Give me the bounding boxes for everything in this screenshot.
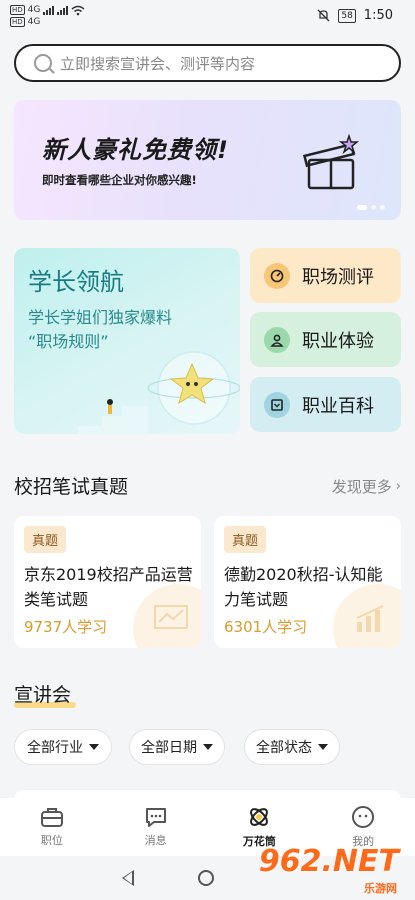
watermark-sub: 乐游网: [364, 882, 397, 895]
career-assessment-button[interactable]: 职场测评: [250, 248, 401, 303]
back-icon[interactable]: [121, 870, 134, 886]
star-bubble-illustration: [147, 351, 240, 425]
hd-badge-2: HD: [10, 17, 25, 27]
tab-jobs[interactable]: 职位: [0, 798, 104, 856]
signal-icon: [43, 5, 55, 15]
battery-indicator: 58: [338, 8, 356, 23]
exam-tag: 真题: [24, 526, 67, 553]
mentor-title: 学长领航: [28, 268, 124, 296]
tab-messages[interactable]: 消息: [104, 798, 208, 856]
talk-section-title: 宣讲会: [14, 684, 72, 706]
gift-box-icon: [303, 133, 359, 190]
search-input[interactable]: 立即搜索宣讲会、测评等内容: [60, 53, 255, 74]
mentor-line-1: 学长学姐们独家爆料: [28, 308, 173, 327]
exam-card[interactable]: 真题 京东2019校招产品运营类笔试题 9737人学习: [14, 516, 201, 648]
search-bar[interactable]: 立即搜索宣讲会、测评等内容: [14, 44, 401, 82]
profile-icon: [352, 806, 375, 828]
network-type-1: 4G: [27, 5, 41, 15]
person-icon: [264, 326, 290, 353]
gauge-icon: [264, 262, 290, 289]
tab-messages-label: 消息: [144, 834, 167, 847]
career-encyclopedia-button[interactable]: 职业百科: [250, 377, 401, 432]
network-type-2: 4G: [27, 17, 41, 27]
banner-subtitle: 即时查看哪些企业对你感兴趣!: [42, 173, 197, 187]
signal-icon: [57, 5, 69, 15]
caret-down-icon: [203, 744, 213, 750]
exam-tag: 真题: [224, 526, 267, 553]
promo-banner[interactable]: 新人豪礼免费领! 即时查看哪些企业对你感兴趣!: [14, 100, 401, 220]
status-filter-label: 全部状态: [256, 740, 312, 756]
caret-down-icon: [89, 744, 99, 750]
watermark-number: 962.NET: [258, 844, 399, 879]
career-experience-label: 职业体验: [302, 330, 374, 352]
date-filter-label: 全部日期: [141, 740, 197, 756]
discover-more-label: 发现更多: [331, 478, 392, 496]
tab-jobs-label: 职位: [40, 834, 63, 847]
exam-learner-count: 9737人学习: [24, 618, 108, 636]
book-icon: [264, 391, 290, 418]
home-icon[interactable]: [197, 870, 214, 886]
wifi-icon: [71, 5, 85, 15]
industry-filter[interactable]: 全部行业: [14, 729, 112, 765]
status-bar: HD 4G HD 4G 58 1:50: [0, 0, 415, 34]
briefcase-icon: [40, 808, 63, 827]
date-filter[interactable]: 全部日期: [129, 729, 225, 765]
hd-badge-1: HD: [10, 5, 25, 15]
exam-card[interactable]: 真题 德勤2020秋招-认知能力笔试题 6301人学习: [214, 516, 401, 648]
signal-group: HD 4G HD 4G: [10, 4, 85, 28]
career-encyclopedia-label: 职业百科: [302, 395, 374, 417]
exam-learner-count: 6301人学习: [224, 618, 308, 636]
mute-bell-icon: [317, 9, 330, 22]
discover-more-link[interactable]: 发现更多 ›: [332, 476, 401, 497]
industry-filter-label: 全部行业: [27, 740, 83, 756]
exam-title: 德勤2020秋招-认知能力笔试题: [224, 565, 383, 609]
site-watermark: 962.NET 乐游网: [259, 844, 409, 896]
carousel-dots: [357, 205, 385, 210]
kaleidoscope-icon: [250, 808, 269, 826]
exam-title: 京东2019校招产品运营类笔试题: [24, 565, 193, 609]
search-icon: [34, 54, 52, 72]
caret-down-icon: [318, 744, 328, 750]
career-experience-button[interactable]: 职业体验: [250, 312, 401, 367]
message-icon: [145, 808, 166, 827]
mentor-line-2: “职场规则”: [28, 332, 109, 351]
clock: 1:50: [363, 8, 393, 23]
banner-title: 新人豪礼免费领!: [42, 136, 229, 164]
exam-section-title: 校招笔试真题: [14, 476, 129, 498]
stairs-illustration: [78, 399, 148, 434]
status-filter[interactable]: 全部状态: [244, 729, 340, 765]
chevron-right-icon: ›: [395, 479, 401, 494]
mentor-card[interactable]: 学长领航 学长学姐们独家爆料 “职场规则”: [14, 248, 240, 434]
career-assessment-label: 职场测评: [302, 266, 374, 288]
